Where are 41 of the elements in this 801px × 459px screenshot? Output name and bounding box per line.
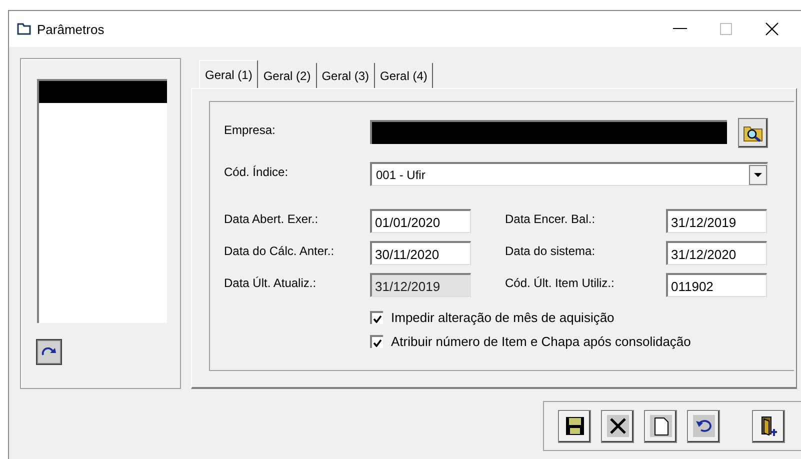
window-title: Parâmetros <box>37 22 106 36</box>
redo-arrow-icon <box>41 346 57 358</box>
door-exit-icon <box>758 415 778 437</box>
maximize-icon <box>720 23 732 35</box>
option-checkbox[interactable]: Atribuir número de Item e Chapa após consolidação <box>370 334 794 349</box>
delete-button[interactable] <box>601 410 634 442</box>
field-label: Cód. Últ. Item Utiliz.: <box>505 275 616 292</box>
date-field[interactable]: 31/12/2020 <box>666 241 767 265</box>
option-checkbox[interactable]: Impedir alteração de mês de aquisição <box>370 310 794 325</box>
close-icon <box>606 415 628 437</box>
window-icon <box>17 23 31 35</box>
field-label: Data Encer. Bal.: <box>505 211 596 228</box>
date-field[interactable]: 011902 <box>666 273 767 297</box>
refresh-button[interactable] <box>37 340 61 364</box>
date-field[interactable]: 01/01/2020 <box>370 209 471 233</box>
search-button[interactable] <box>738 118 768 148</box>
minimize-icon <box>673 28 687 30</box>
save-button[interactable] <box>558 410 591 442</box>
checkbox[interactable] <box>370 335 383 348</box>
exit-button[interactable] <box>752 410 785 442</box>
close-icon <box>765 22 779 36</box>
dropdown-button[interactable] <box>749 164 767 184</box>
company-field[interactable] <box>370 120 727 144</box>
folder-search-icon <box>743 124 763 142</box>
field-label: Data do sistema: <box>505 243 596 260</box>
field-label: Data Abert. Exer.: <box>224 211 320 228</box>
caret-icon <box>754 172 762 176</box>
document-icon <box>650 415 672 437</box>
field-label: Data do Cálc. Anter.: <box>224 243 336 260</box>
new-button[interactable] <box>644 410 677 442</box>
field-label: Data Últ. Atualiz.: <box>224 275 318 292</box>
undo-button[interactable] <box>687 410 720 442</box>
undo-icon <box>692 415 714 437</box>
index-dropdown[interactable]: 001 - Ufir <box>370 162 768 186</box>
date-field[interactable]: 30/11/2020 <box>370 241 471 265</box>
tab[interactable]: Geral (1) <box>199 60 258 89</box>
list-box[interactable] <box>37 79 167 323</box>
checkbox[interactable] <box>370 311 383 324</box>
field-label: Empresa: <box>224 122 276 137</box>
date-field[interactable]: 31/12/2019 <box>666 209 767 233</box>
field-label: Cód. Índice: <box>224 164 290 179</box>
